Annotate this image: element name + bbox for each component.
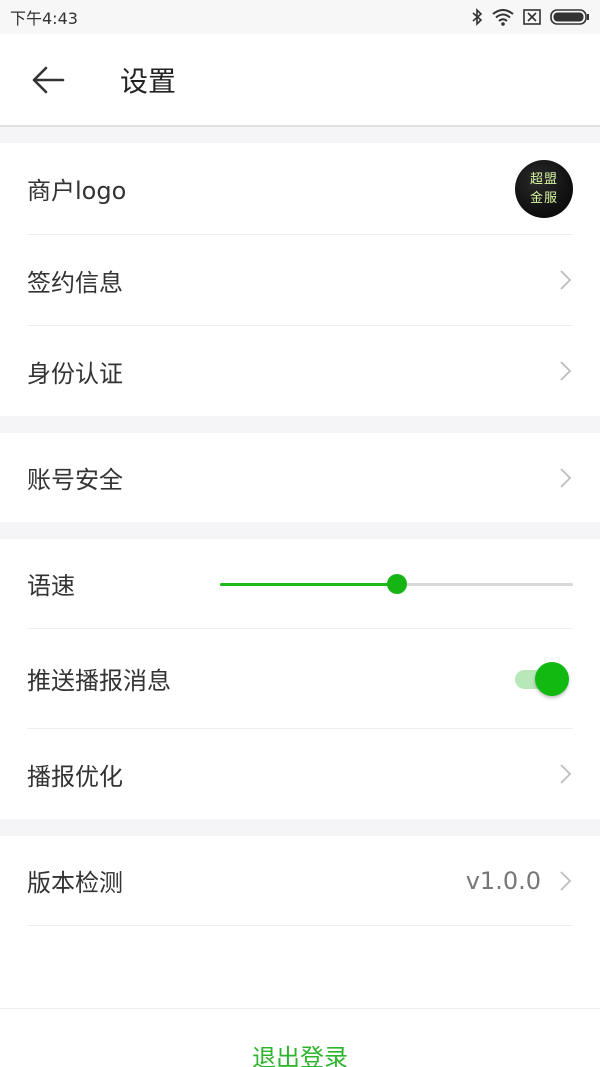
push-broadcast-label: 推送播报消息 [27, 667, 171, 695]
chevron-right-icon [560, 870, 572, 891]
section-security: 账号安全 [0, 433, 600, 522]
page-title: 设置 [120, 64, 177, 98]
back-button[interactable] [0, 33, 96, 126]
merchant-logo-avatar: 超盟 金服 [515, 159, 573, 218]
contract-info-row[interactable]: 签约信息 [27, 235, 573, 326]
identity-verification-row[interactable]: 身份认证 [27, 326, 573, 416]
chevron-right-icon [560, 467, 572, 488]
chevron-right-icon [560, 270, 572, 290]
arrow-left-icon [32, 66, 65, 93]
chevron-right-icon [560, 764, 572, 784]
push-broadcast-row: 推送播报消息 [27, 629, 573, 729]
toggle-knob [535, 661, 569, 696]
section-broadcast: 语速 推送播报消息 播报优化 [0, 539, 600, 819]
bluetooth-icon [472, 8, 483, 26]
identity-verification-label: 身份认证 [27, 359, 123, 388]
broadcast-optimize-row[interactable]: 播报优化 [27, 729, 573, 819]
section-about: 版本检测 v1.0.0 [0, 836, 600, 1008]
push-broadcast-toggle[interactable] [513, 661, 569, 697]
version-check-label: 版本检测 [27, 869, 123, 897]
status-time: 下午4:43 [10, 9, 78, 28]
speech-rate-slider[interactable] [220, 539, 573, 628]
section-account: 商户logo 超盟 金服 签约信息 身份认证 [0, 143, 600, 416]
logo-text-line2: 金服 [529, 190, 558, 206]
status-bar: 下午4:43 [0, 0, 600, 34]
merchant-logo-label: 商户logo [27, 177, 127, 205]
merchant-logo-row[interactable]: 商户logo 超盟 金服 [27, 143, 573, 235]
broadcast-optimize-label: 播报优化 [27, 762, 123, 791]
slider-fill [220, 582, 397, 586]
sim-off-icon [523, 9, 541, 25]
version-value: v1.0.0 [465, 866, 541, 895]
chevron-right-icon [560, 361, 572, 381]
version-check-row[interactable]: 版本检测 v1.0.0 [27, 836, 573, 926]
contract-info-label: 签约信息 [27, 268, 123, 297]
app-bar: 设置 [0, 34, 600, 127]
account-security-label: 账号安全 [27, 466, 123, 494]
logout-bar: 退出登录 [0, 1008, 600, 1067]
wifi-icon [492, 8, 514, 26]
logo-text-line1: 超盟 [529, 171, 558, 187]
logout-button[interactable]: 退出登录 [252, 1041, 348, 1067]
account-security-row[interactable]: 账号安全 [27, 433, 573, 522]
speech-rate-row: 语速 [27, 539, 573, 629]
status-icons [471, 8, 590, 26]
battery-icon [550, 9, 589, 25]
slider-thumb[interactable] [386, 573, 407, 594]
